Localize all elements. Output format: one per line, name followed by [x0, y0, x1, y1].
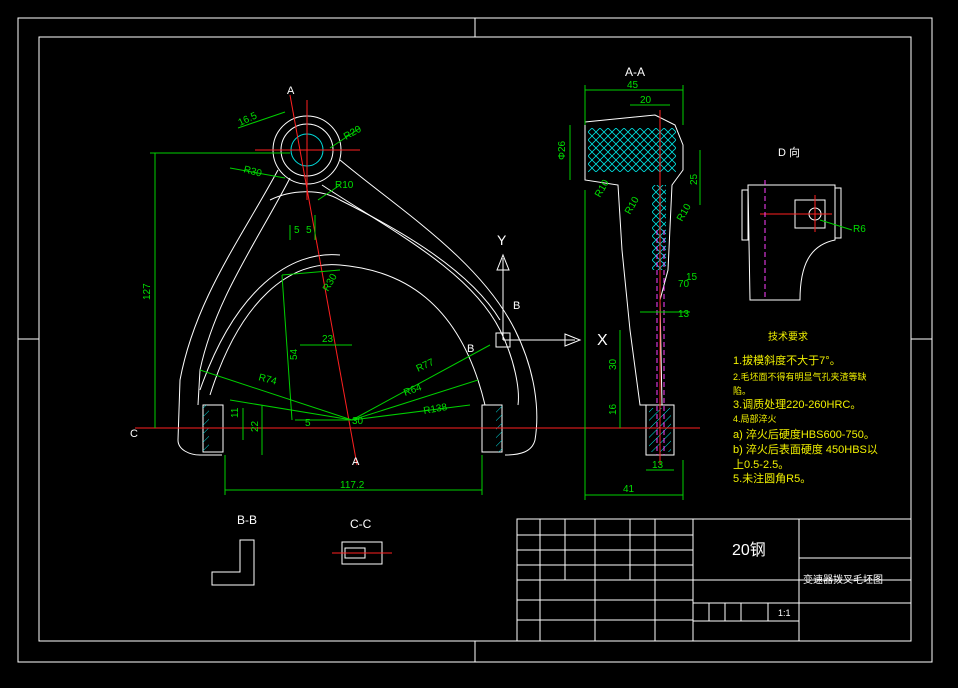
tech-line-8: 上0.5-2.5。 — [733, 458, 789, 471]
cad-canvas: A A C B B X Y 16.5 R20 R30 R10 5 5 R30 1… — [17, 17, 933, 663]
dim-r30b: R30 — [321, 272, 340, 294]
axis-y-label: Y — [497, 232, 507, 248]
dim-r30: R30 — [242, 164, 263, 179]
dim-5b: 5 — [306, 225, 312, 236]
view-d-title: D 向 — [778, 145, 800, 159]
tech-line-1: 1.拔模斜度不大于7°。 — [733, 353, 841, 367]
aa-dim-13: 13 — [678, 309, 690, 320]
cut-a-bottom: A — [352, 456, 360, 468]
inner-web-top — [269, 191, 501, 321]
aa-dim-30: 30 — [608, 358, 619, 370]
dim-r20: R20 — [342, 124, 364, 143]
tech-requirements: 技术要求 1.拔模斜度不大于7°。 2.毛坯面不得有明显气孔夹渣等缺 陷。 3.… — [733, 330, 878, 485]
tech-line-7: b) 淬火后表面硬度 450HBS以 — [733, 442, 878, 456]
dim-117-2: 117.2 — [340, 480, 365, 491]
tech-line-6: a) 淬火后硬度HBS600-750。 — [733, 427, 875, 441]
section-bb: B-B — [211, 513, 257, 586]
cc-title: C-C — [350, 517, 372, 531]
dim-r77: R77 — [415, 357, 437, 375]
dim-16-5: 16.5 — [237, 110, 260, 128]
section-aa-view — [569, 85, 701, 500]
cut-b-right: B — [513, 300, 520, 312]
aa-dim-45: 45 — [627, 80, 639, 91]
tb-scale: 1:1 — [778, 608, 791, 618]
aa-hub-hatch — [588, 128, 676, 172]
drawing-sheet: A A C B B X Y 16.5 R20 R30 R10 5 5 R30 1… — [0, 0, 958, 683]
title-block: 20钢 变速器拨叉毛坯图 1:1 — [516, 518, 912, 642]
dim-23: 23 — [322, 334, 334, 345]
aa-dim-r10c: R10 — [675, 202, 694, 224]
dim-r10: R10 — [335, 180, 354, 191]
aa-dim-phi26: Φ26 — [557, 140, 568, 160]
dim-5a: 5 — [294, 225, 300, 236]
aa-dim-25: 25 — [689, 173, 700, 185]
aa-dim-41: 41 — [623, 484, 635, 495]
view-d-right-strip — [834, 187, 842, 239]
aa-dim-13b: 13 — [652, 460, 664, 471]
dim-22: 22 — [250, 420, 261, 432]
left-arm-inner — [197, 177, 291, 406]
left-arm-outer — [177, 169, 279, 456]
section-cc: C-C — [332, 517, 392, 565]
aa-dim-70: 70 — [678, 279, 690, 290]
axis-x-label: X — [597, 332, 608, 349]
tb-material: 20钢 — [732, 541, 766, 559]
tech-line-5: 4.局部淬火 — [733, 413, 777, 424]
aa-title: A-A — [625, 65, 645, 79]
dim-r138: R138 — [423, 402, 449, 417]
dim-11: 11 — [230, 407, 241, 418]
r138-line — [351, 404, 471, 421]
view-d-r6: R6 — [853, 224, 866, 235]
tech-heading: 技术要求 — [768, 330, 808, 343]
cut-b-left: B — [467, 343, 474, 355]
dim-r74: R74 — [257, 372, 278, 387]
tech-line-4: 3.调质处理220-260HRC。 — [733, 398, 861, 411]
aa-dim-r10: R10 — [593, 178, 612, 200]
dim-5: 5 — [305, 418, 311, 429]
cut-c-label: C — [130, 428, 138, 440]
dim-30: 30 — [352, 416, 364, 427]
view-d-left-strip — [741, 189, 749, 241]
dim-127: 127 — [142, 283, 153, 300]
dim-r64: R64 — [402, 382, 423, 399]
cut-a-top: A — [287, 85, 295, 97]
aa-dim-r10b: R10 — [623, 195, 642, 217]
tb-part-name: 变速器拨叉毛坯图 — [803, 573, 883, 586]
fork-inner-arc — [209, 264, 486, 406]
dim-54: 54 — [289, 348, 300, 360]
view-d: D 向 R6 — [741, 145, 866, 301]
fork-inner-arc-2 — [199, 254, 341, 391]
aa-dim-20: 20 — [640, 95, 652, 106]
tech-line-2: 2.毛坯面不得有明显气孔夹渣等缺 — [733, 371, 867, 382]
tech-line-9: 5.未注圆角R5。 — [733, 471, 811, 485]
bb-title: B-B — [237, 513, 257, 527]
aa-dim-16: 16 — [608, 403, 619, 415]
view-d-outline — [747, 184, 836, 301]
tech-line-3: 陷。 — [733, 385, 751, 396]
bb-shape — [211, 539, 255, 586]
